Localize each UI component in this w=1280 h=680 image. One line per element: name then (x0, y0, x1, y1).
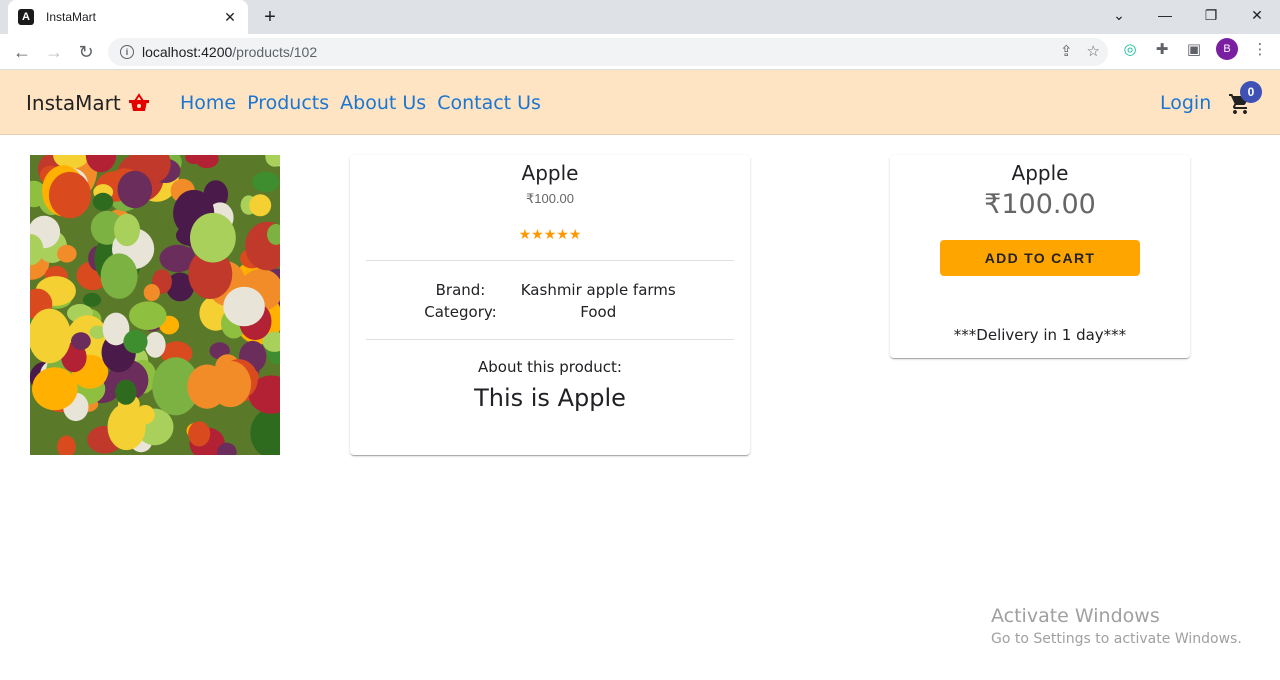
vegetable-shape (115, 379, 137, 405)
basket-icon (128, 93, 149, 111)
about-text: This is Apple (474, 384, 626, 412)
divider (366, 260, 734, 261)
vegetable-shape (82, 292, 102, 307)
buy-box-name: Apple (1011, 161, 1069, 185)
restore-button[interactable]: ❐ (1188, 0, 1234, 30)
brand-logo[interactable]: InstaMart (26, 91, 151, 115)
divider (366, 339, 734, 340)
vegetable-shape (57, 244, 77, 263)
new-tab-button[interactable]: + (258, 6, 282, 28)
share-icon[interactable]: ⇪ (1060, 42, 1073, 60)
nav-products[interactable]: Products (247, 92, 329, 114)
star-icon: ★ (518, 226, 532, 242)
spec-table: Brand: Kashmir apple farms Category: Foo… (412, 279, 688, 323)
vegetable-shape (252, 171, 280, 192)
watermark-subtitle: Go to Settings to activate Windows. (991, 631, 1242, 647)
menu-kebab-icon[interactable]: ⋮ (1250, 39, 1270, 59)
browser-tab[interactable]: A InstaMart ✕ (8, 0, 248, 34)
reload-icon[interactable]: ↻ (72, 38, 100, 66)
delivery-note: ***Delivery in 1 day*** (953, 326, 1127, 344)
product-details-card: Apple ₹100.00 ★ ★ ★ ★ ★ Brand: Kashmir apple… (350, 155, 750, 455)
add-to-cart-button[interactable]: ADD TO CART (940, 240, 1140, 276)
vegetable-shape (249, 194, 272, 217)
vegetable-shape (48, 171, 92, 219)
star-icon: ★ (556, 226, 569, 242)
main-nav: Home Products About Us Contact Us (180, 92, 541, 114)
vegetable-shape (188, 421, 211, 447)
site-info-icon[interactable]: i (120, 45, 134, 59)
star-icon: ★ (543, 226, 557, 242)
windows-activation-watermark: Activate Windows Go to Settings to activ… (991, 605, 1242, 647)
star-icon: ★ (568, 226, 582, 242)
login-link[interactable]: Login (1160, 92, 1211, 114)
vegetable-shape (187, 364, 227, 409)
browser-tabstrip: A InstaMart ✕ + ⌄ — ❐ ✕ (0, 0, 1280, 34)
buy-box-card: Apple ₹100.00 ADD TO CART ***Delivery in… (890, 155, 1190, 358)
category-value: Food (580, 303, 617, 321)
vegetable-shape (71, 332, 91, 350)
vegetable-shape (92, 192, 114, 211)
angular-favicon-icon: A (18, 9, 34, 25)
back-icon[interactable]: ← (8, 38, 36, 66)
category-label: Category: (424, 303, 497, 321)
forward-icon[interactable]: → (40, 38, 68, 66)
minimize-button[interactable]: — (1142, 0, 1188, 30)
app-header: InstaMart Home Products About Us Contact… (0, 70, 1280, 135)
vegetable-shape (129, 301, 167, 330)
tab-close-icon[interactable]: ✕ (222, 9, 238, 26)
bookmark-star-icon[interactable]: ☆ (1087, 42, 1100, 60)
product-image (30, 155, 280, 455)
side-panel-icon[interactable]: ▣ (1184, 39, 1204, 59)
cart-count-badge: 0 (1240, 81, 1262, 103)
extension-circle-icon[interactable]: ◎ (1120, 39, 1140, 59)
tab-title: InstaMart (46, 10, 97, 24)
spec-row-category: Category: Food (412, 301, 688, 323)
vegetable-shape (117, 170, 153, 209)
vegetable-shape (100, 253, 138, 299)
vegetable-shape (145, 331, 166, 358)
spec-row-brand: Brand: Kashmir apple farms (412, 279, 688, 301)
vegetable-shape (190, 212, 236, 263)
vegetable-shape (114, 213, 140, 247)
watermark-title: Activate Windows (991, 605, 1160, 627)
product-name: Apple (521, 161, 579, 185)
vegetable-shape (143, 284, 160, 302)
nav-about-us[interactable]: About Us (340, 92, 426, 114)
brand-label: Brand: (435, 281, 486, 299)
rating-stars: ★ ★ ★ ★ ★ (350, 227, 750, 241)
url-text: localhost:4200/products/102 (142, 44, 318, 60)
star-icon: ★ (531, 226, 544, 242)
nav-contact-us[interactable]: Contact Us (437, 92, 541, 114)
vegetable-shape (30, 308, 71, 364)
browser-toolbar: ← → ↻ i localhost:4200/products/102 ⇪ ☆ (0, 34, 1280, 70)
vegetable-shape (107, 403, 146, 451)
extensions-puzzle-icon[interactable]: ✚ (1152, 39, 1172, 59)
nav-home[interactable]: Home (180, 92, 236, 114)
address-bar[interactable]: i localhost:4200/products/102 ⇪ ☆ (108, 38, 1108, 66)
tab-search-icon[interactable]: ⌄ (1096, 0, 1142, 30)
brand-value: Kashmir apple farms (520, 281, 676, 299)
about-label: About this product: (477, 358, 622, 376)
profile-avatar[interactable]: B (1216, 38, 1238, 60)
vegetable-shape (123, 330, 148, 354)
product-price: ₹100.00 (525, 191, 575, 206)
close-window-button[interactable]: ✕ (1234, 0, 1280, 30)
vegetable-shape (32, 367, 78, 411)
vegetable-shape (223, 286, 265, 327)
brand-name: InstaMart (26, 91, 121, 115)
buy-box-price: ₹100.00 (984, 189, 1096, 220)
